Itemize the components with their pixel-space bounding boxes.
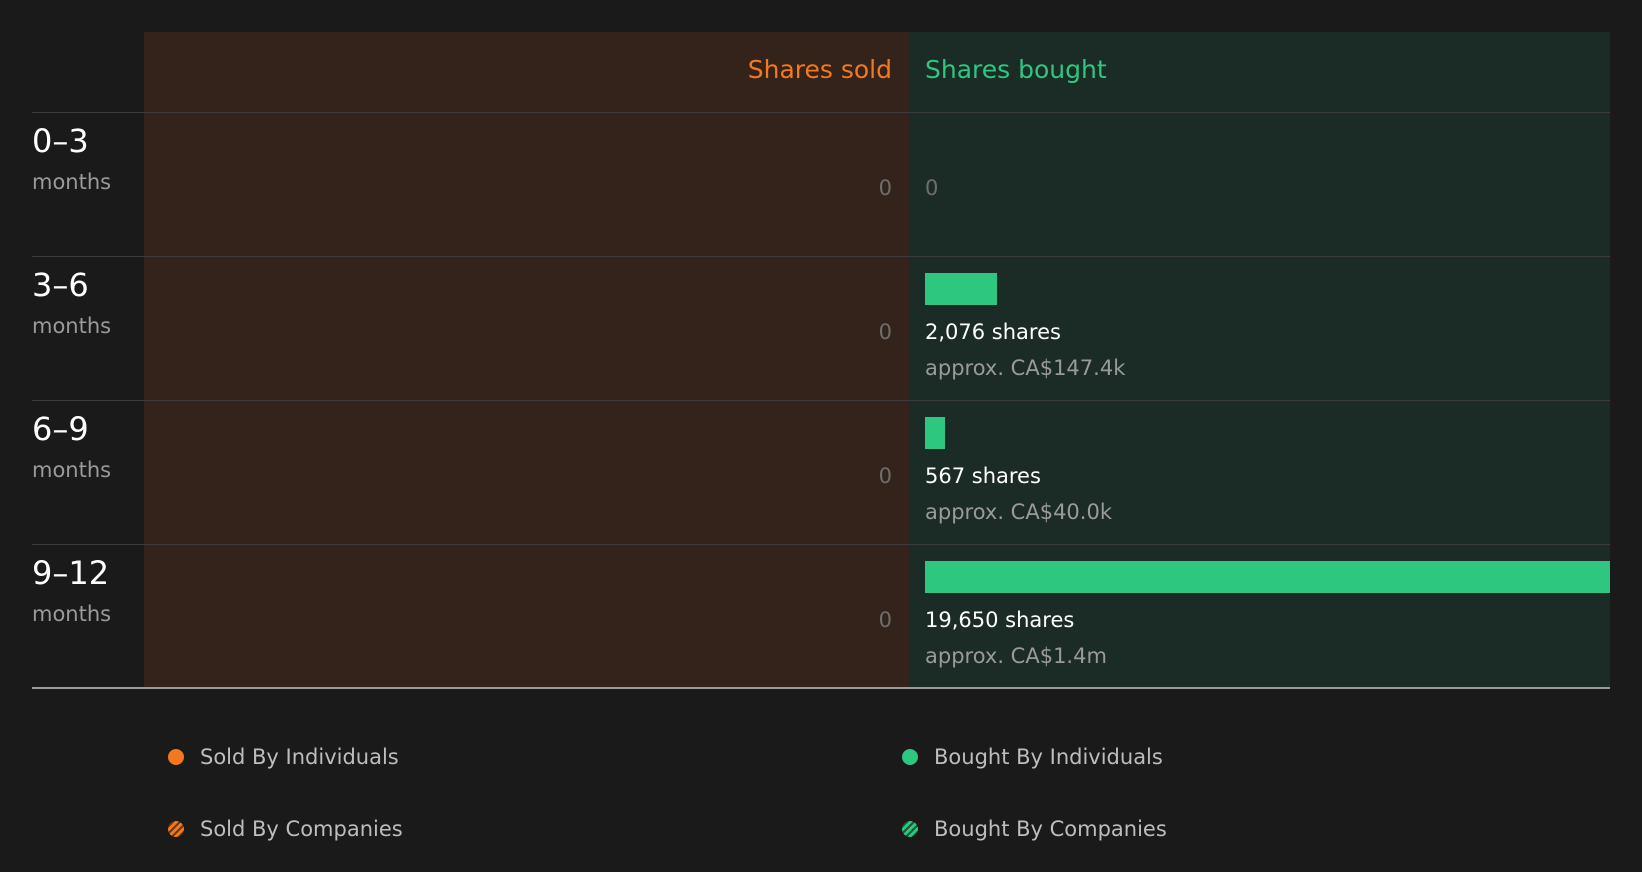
striped-dot-icon <box>168 821 184 837</box>
shares-bought-value: approx. CA$1.4m <box>925 644 1107 668</box>
insider-trading-chart: Shares sold Shares bought 0–3 months 0 0 3–6… <box>0 0 1642 700</box>
dot-icon <box>168 749 184 765</box>
shares-bought-value: approx. CA$147.4k <box>925 356 1126 380</box>
period-unit-label: months <box>32 170 112 194</box>
shares-bought-value: 0 <box>925 176 939 200</box>
period-range-label: 6–9 <box>32 410 89 448</box>
period-row: 9–12 months 0 19,650 shares approx. CA$1.4m <box>0 545 1642 689</box>
row-divider <box>32 400 1610 401</box>
legend-label: Sold By Companies <box>200 817 403 841</box>
period-row: 3–6 months 0 2,076 shares approx. CA$147.4k <box>0 257 1642 401</box>
row-divider <box>32 544 1610 545</box>
legend-label: Bought By Individuals <box>934 745 1163 769</box>
shares-bought-value: approx. CA$40.0k <box>925 500 1112 524</box>
chart-baseline <box>32 687 1610 689</box>
dot-icon <box>902 749 918 765</box>
period-range-label: 0–3 <box>32 122 89 160</box>
striped-dot-icon <box>902 821 918 837</box>
shares-sold-value: 0 <box>878 464 892 488</box>
period-unit-label: months <box>32 602 112 626</box>
shares-bought-bar <box>925 561 1610 593</box>
legend-label: Bought By Companies <box>934 817 1167 841</box>
shares-sold-value: 0 <box>878 320 892 344</box>
shares-bought-bar <box>925 417 945 449</box>
row-divider <box>32 112 1610 113</box>
shares-bought-bar <box>925 273 997 305</box>
shares-bought-count: 567 shares <box>925 464 1041 488</box>
shares-sold-value: 0 <box>878 608 892 632</box>
period-unit-label: months <box>32 458 112 482</box>
period-range-label: 9–12 <box>32 554 110 592</box>
period-row: 6–9 months 0 567 shares approx. CA$40.0k <box>0 401 1642 545</box>
shares-sold-header: Shares sold <box>747 55 892 84</box>
shares-bought-header: Shares bought <box>925 55 1107 84</box>
period-unit-label: months <box>32 314 112 338</box>
legend-label: Sold By Individuals <box>200 745 399 769</box>
shares-sold-value: 0 <box>878 176 892 200</box>
row-divider <box>32 256 1610 257</box>
shares-bought-count: 19,650 shares <box>925 608 1075 632</box>
period-row: 0–3 months 0 0 <box>0 113 1642 257</box>
shares-bought-count: 2,076 shares <box>925 320 1061 344</box>
period-range-label: 3–6 <box>32 266 89 304</box>
